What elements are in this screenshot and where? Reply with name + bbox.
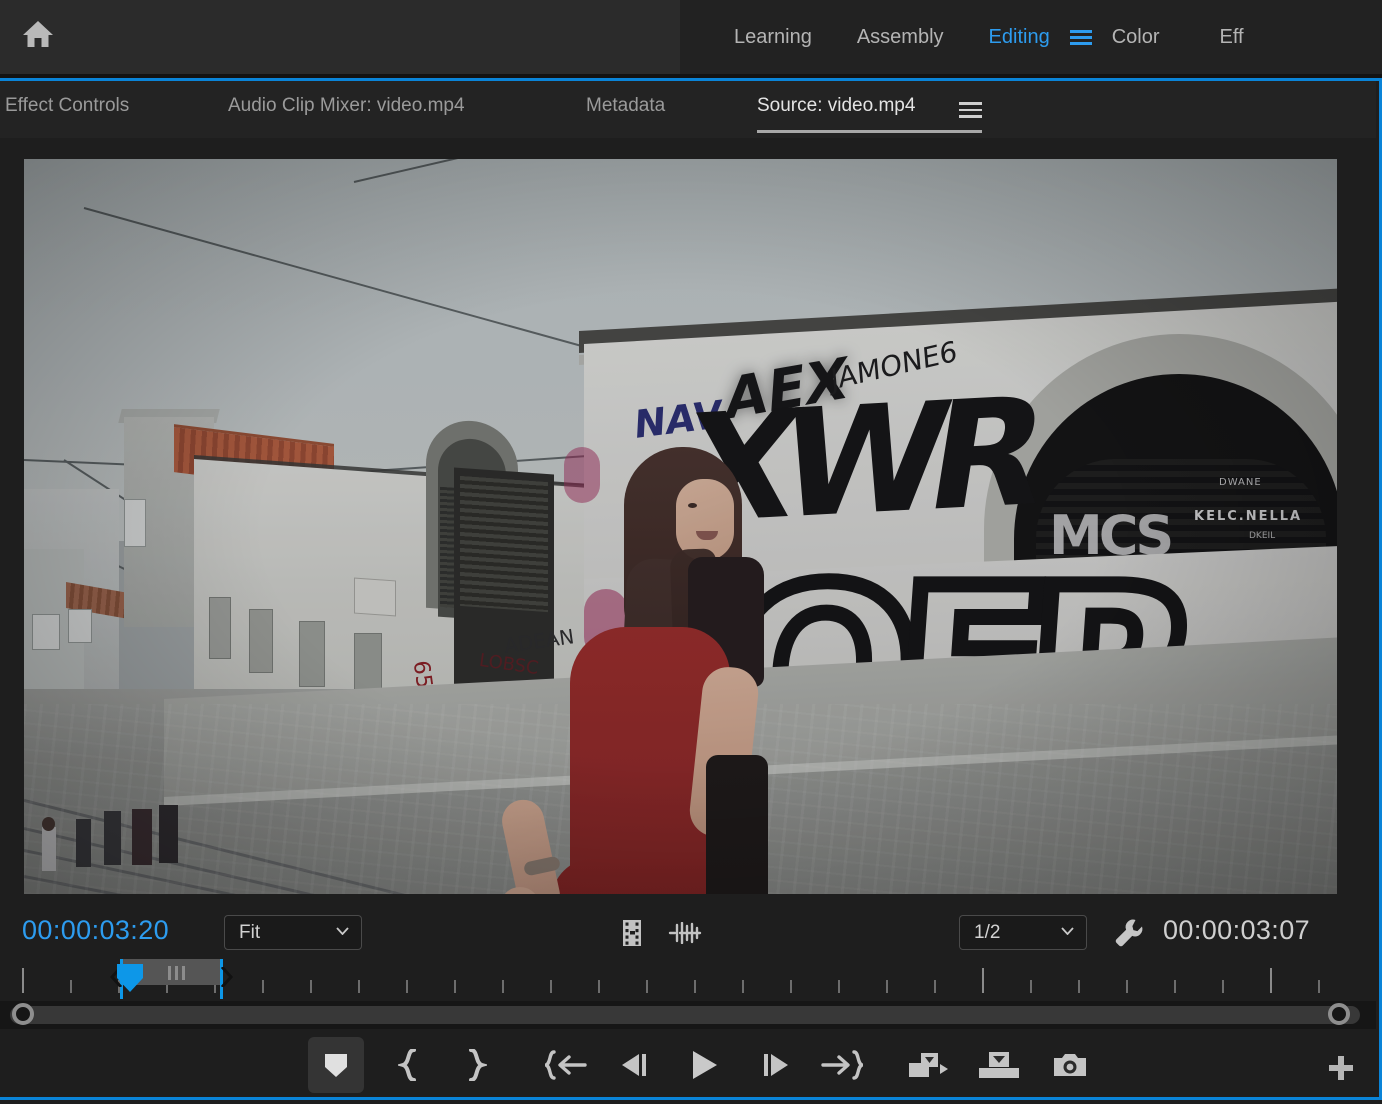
go-to-out-icon bbox=[821, 1050, 863, 1080]
window bbox=[249, 609, 273, 673]
mark-in-button[interactable] bbox=[382, 1037, 438, 1093]
mark-out-button[interactable] bbox=[447, 1037, 503, 1093]
drag-audio-only-icon[interactable] bbox=[668, 922, 702, 944]
tab-audio-clip-mixer[interactable]: Audio Clip Mixer: video.mp4 bbox=[228, 95, 465, 117]
out-point-handle[interactable] bbox=[221, 967, 233, 987]
insert-button[interactable] bbox=[901, 1037, 957, 1093]
tab-active-underline bbox=[757, 130, 982, 133]
chevron-down-icon bbox=[336, 927, 349, 935]
zoom-level-dropdown[interactable]: Fit bbox=[224, 915, 362, 950]
clip-marker[interactable] bbox=[182, 966, 185, 980]
playback-resolution-value: 1/2 bbox=[974, 922, 1000, 944]
monitor-control-bar: 00:00:03:20 Fit bbox=[0, 909, 1376, 955]
play-icon bbox=[687, 1049, 721, 1081]
pedestrian bbox=[76, 819, 91, 867]
zoom-scroll-track[interactable] bbox=[10, 1006, 1360, 1024]
workspace-tab-learning[interactable]: Learning bbox=[734, 26, 812, 49]
zoom-scroll-left-handle[interactable] bbox=[12, 1003, 34, 1025]
drag-video-only-icon[interactable] bbox=[619, 919, 645, 947]
panel-menu-icon[interactable] bbox=[959, 102, 982, 119]
graffiti-tag: KELC.NELLA bbox=[1194, 509, 1302, 524]
go-to-in-button[interactable] bbox=[538, 1037, 594, 1093]
workspace-tabs: Learning Assembly Editing Color Eff bbox=[680, 0, 1244, 74]
plus-icon bbox=[1328, 1055, 1354, 1081]
shutter-slats bbox=[460, 476, 548, 612]
app-header: Learning Assembly Editing Color Eff bbox=[0, 0, 1382, 74]
window bbox=[32, 614, 60, 650]
go-to-out-button[interactable] bbox=[814, 1037, 870, 1093]
header-left-region bbox=[0, 0, 680, 74]
pedestrian-head bbox=[42, 817, 55, 831]
tab-metadata[interactable]: Metadata bbox=[586, 95, 665, 117]
workspace-tab-color[interactable]: Color bbox=[1112, 26, 1160, 49]
window bbox=[124, 499, 146, 547]
zoom-scroll-right-handle[interactable] bbox=[1328, 1003, 1350, 1025]
duration-timecode[interactable]: 00:00:03:07 bbox=[1163, 915, 1310, 946]
window bbox=[299, 621, 325, 687]
clip-marker[interactable] bbox=[168, 966, 171, 980]
source-timeline-ruler[interactable] bbox=[0, 959, 1376, 1001]
home-icon[interactable] bbox=[20, 16, 56, 52]
pedestrian bbox=[159, 805, 178, 863]
zoom-scrollbar[interactable] bbox=[0, 1001, 1376, 1029]
playhead[interactable] bbox=[116, 963, 142, 989]
workspace-tab-editing[interactable]: Editing bbox=[989, 26, 1050, 49]
woman-eye bbox=[688, 503, 697, 508]
play-stop-button[interactable] bbox=[676, 1037, 732, 1093]
go-to-in-icon bbox=[545, 1050, 587, 1080]
pedestrian bbox=[104, 811, 121, 865]
zoom-level-value: Fit bbox=[239, 922, 260, 944]
pedestrian bbox=[42, 827, 56, 871]
button-editor-button[interactable] bbox=[1328, 1055, 1354, 1081]
step-back-icon bbox=[617, 1051, 651, 1079]
graffiti-blob bbox=[564, 447, 600, 503]
step-forward-icon bbox=[759, 1051, 793, 1079]
workspace-tab-effects[interactable]: Eff bbox=[1220, 26, 1244, 49]
chevron-down-icon bbox=[1061, 927, 1074, 935]
tab-effect-controls[interactable]: Effect Controls bbox=[5, 95, 129, 117]
panel-tab-strip: Effect Controls Audio Clip Mixer: video.… bbox=[0, 81, 1376, 138]
mark-out-icon bbox=[463, 1049, 487, 1081]
mark-in-icon bbox=[398, 1049, 422, 1081]
add-marker-button[interactable] bbox=[308, 1037, 364, 1093]
overwrite-icon bbox=[977, 1050, 1021, 1080]
wrench-settings-icon[interactable] bbox=[1113, 917, 1145, 949]
source-monitor-panel: Effect Controls Audio Clip Mixer: video.… bbox=[0, 78, 1382, 1100]
graffiti-tag: DKEIL bbox=[1249, 531, 1275, 541]
camera-icon bbox=[1052, 1051, 1088, 1079]
shoulder-bag bbox=[706, 755, 768, 894]
tab-source[interactable]: Source: video.mp4 bbox=[757, 95, 915, 117]
premiere-pro-window: Learning Assembly Editing Color Eff Effe… bbox=[0, 0, 1382, 1104]
step-back-button[interactable] bbox=[606, 1037, 662, 1093]
marker-icon bbox=[321, 1050, 351, 1080]
wall-plaque bbox=[354, 578, 396, 617]
clip-marker[interactable] bbox=[175, 966, 178, 980]
hamburger-menu-icon[interactable] bbox=[1070, 29, 1092, 45]
source-video-frame[interactable]: DWANE KELC.NELLA DKEIL MCS NAV. AEX bbox=[24, 159, 1337, 894]
playhead-timecode[interactable]: 00:00:03:20 bbox=[22, 915, 169, 946]
window bbox=[68, 609, 92, 643]
window bbox=[209, 597, 231, 659]
overwrite-button[interactable] bbox=[971, 1037, 1027, 1093]
playback-resolution-dropdown[interactable]: 1/2 bbox=[959, 915, 1087, 950]
transport-controls bbox=[0, 1033, 1376, 1097]
graffiti-tag: DWANE bbox=[1219, 477, 1262, 488]
workspace-tab-assembly[interactable]: Assembly bbox=[857, 26, 944, 49]
pedestrian bbox=[132, 809, 152, 865]
step-forward-button[interactable] bbox=[748, 1037, 804, 1093]
export-frame-button[interactable] bbox=[1042, 1037, 1098, 1093]
insert-icon bbox=[907, 1050, 951, 1080]
